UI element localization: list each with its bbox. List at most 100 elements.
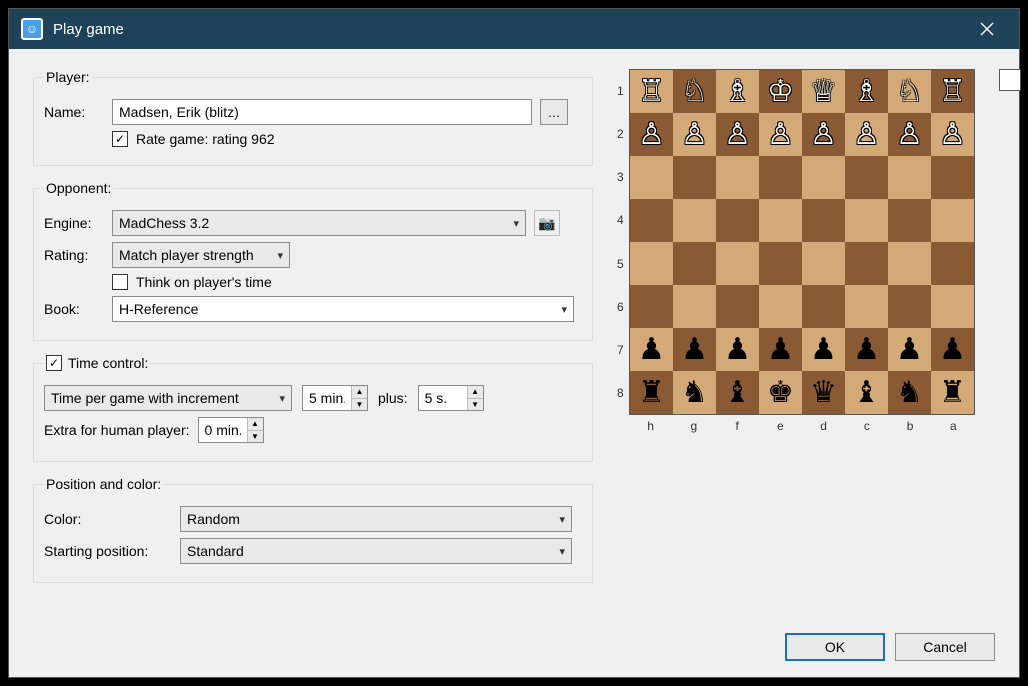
down-icon[interactable]: ▼ [352, 399, 367, 411]
board-square[interactable] [802, 156, 845, 199]
board-square[interactable] [630, 156, 673, 199]
board-square[interactable]: ♙ [716, 113, 759, 156]
up-icon[interactable]: ▲ [468, 386, 483, 399]
time-type-combo[interactable]: Time per game with increment ▾ [44, 385, 292, 411]
engine-settings-button[interactable]: 📷 [534, 210, 560, 236]
board-square[interactable]: ♙ [888, 113, 931, 156]
board-square[interactable]: ♟ [759, 328, 802, 371]
board-square[interactable]: ♙ [845, 113, 888, 156]
board-square[interactable] [931, 156, 974, 199]
board-square[interactable]: ♙ [759, 113, 802, 156]
board-square[interactable] [759, 199, 802, 242]
board-square[interactable]: ♟ [716, 328, 759, 371]
board-square[interactable] [888, 156, 931, 199]
board-square[interactable]: ♟ [888, 328, 931, 371]
minutes-input[interactable] [303, 386, 351, 410]
think-checkbox[interactable] [112, 274, 128, 290]
color-combo[interactable]: Random ▾ [180, 506, 572, 532]
board-square[interactable] [931, 242, 974, 285]
board-square[interactable]: ♝ [845, 371, 888, 414]
cancel-button[interactable]: Cancel [895, 633, 995, 661]
time-control-checkbox[interactable] [46, 355, 62, 371]
board-square[interactable] [802, 242, 845, 285]
rate-game-checkbox[interactable] [112, 131, 128, 147]
board-square[interactable] [630, 199, 673, 242]
board-square[interactable] [630, 285, 673, 328]
extra-input[interactable] [199, 418, 247, 442]
board-square[interactable] [673, 199, 716, 242]
board-square[interactable]: ♖ [931, 70, 974, 113]
chess-piece: ♘ [896, 77, 923, 107]
name-browse-button[interactable]: … [540, 99, 568, 125]
board-square[interactable]: ♔ [759, 70, 802, 113]
board-square[interactable]: ♗ [716, 70, 759, 113]
board-square[interactable]: ♞ [888, 371, 931, 414]
minutes-spinner[interactable]: ▲▼ [302, 385, 368, 411]
board-square[interactable] [845, 285, 888, 328]
board-square[interactable] [630, 242, 673, 285]
chess-piece: ♙ [939, 120, 966, 150]
board-square[interactable] [716, 285, 759, 328]
board-square[interactable] [759, 242, 802, 285]
board-square[interactable] [802, 199, 845, 242]
board-square[interactable]: ♙ [802, 113, 845, 156]
start-combo[interactable]: Standard ▾ [180, 538, 572, 564]
board-square[interactable]: ♗ [845, 70, 888, 113]
board-square[interactable] [716, 242, 759, 285]
board-square[interactable]: ♟ [845, 328, 888, 371]
board-square[interactable]: ♝ [716, 371, 759, 414]
board-square[interactable]: ♜ [630, 371, 673, 414]
rating-combo[interactable]: Match player strength ▾ [112, 242, 290, 268]
board-square[interactable] [888, 242, 931, 285]
board-square[interactable]: ♖ [630, 70, 673, 113]
seconds-spinner[interactable]: ▲▼ [418, 385, 484, 411]
board-square[interactable]: ♟ [673, 328, 716, 371]
chess-piece: ♞ [896, 378, 923, 408]
board-square[interactable]: ♙ [630, 113, 673, 156]
board-square[interactable]: ♚ [759, 371, 802, 414]
board-square[interactable]: ♘ [673, 70, 716, 113]
board-square[interactable]: ♘ [888, 70, 931, 113]
chess-piece: ♝ [853, 378, 880, 408]
ok-button[interactable]: OK [785, 633, 885, 661]
board-square[interactable] [673, 285, 716, 328]
close-button[interactable] [967, 9, 1007, 49]
up-icon[interactable]: ▲ [352, 386, 367, 399]
board-square[interactable]: ♛ [802, 371, 845, 414]
board-square[interactable] [716, 199, 759, 242]
board-square[interactable]: ♙ [673, 113, 716, 156]
board-square[interactable]: ♞ [673, 371, 716, 414]
board-square[interactable] [802, 285, 845, 328]
player-legend: Player: [44, 69, 92, 85]
board-square[interactable] [673, 156, 716, 199]
chess-piece: ♖ [638, 77, 665, 107]
board-square[interactable] [716, 156, 759, 199]
board-square[interactable]: ♟ [630, 328, 673, 371]
up-icon[interactable]: ▲ [248, 418, 263, 431]
board-square[interactable] [845, 199, 888, 242]
board-square[interactable]: ♟ [802, 328, 845, 371]
board-square[interactable] [931, 285, 974, 328]
seconds-input[interactable] [419, 386, 467, 410]
extra-spinner[interactable]: ▲▼ [198, 417, 264, 443]
board-square[interactable] [759, 285, 802, 328]
chevron-down-icon: ▾ [559, 513, 565, 526]
engine-combo[interactable]: MadChess 3.2 ▾ [112, 210, 526, 236]
book-combo[interactable]: H-Reference ▾ [112, 296, 574, 322]
board-square[interactable]: ♜ [931, 371, 974, 414]
chess-piece: ♕ [810, 77, 837, 107]
board-square[interactable]: ♕ [802, 70, 845, 113]
board-square[interactable]: ♙ [931, 113, 974, 156]
name-input[interactable] [112, 99, 532, 125]
board-square[interactable] [759, 156, 802, 199]
chess-board[interactable]: ♖♘♗♔♕♗♘♖♙♙♙♙♙♙♙♙♟♟♟♟♟♟♟♟♜♞♝♚♛♝♞♜ [629, 69, 975, 415]
board-square[interactable] [888, 285, 931, 328]
board-square[interactable] [673, 242, 716, 285]
down-icon[interactable]: ▼ [248, 431, 263, 443]
board-square[interactable] [845, 242, 888, 285]
down-icon[interactable]: ▼ [468, 399, 483, 411]
board-square[interactable] [845, 156, 888, 199]
board-square[interactable] [888, 199, 931, 242]
board-square[interactable] [931, 199, 974, 242]
board-square[interactable]: ♟ [931, 328, 974, 371]
